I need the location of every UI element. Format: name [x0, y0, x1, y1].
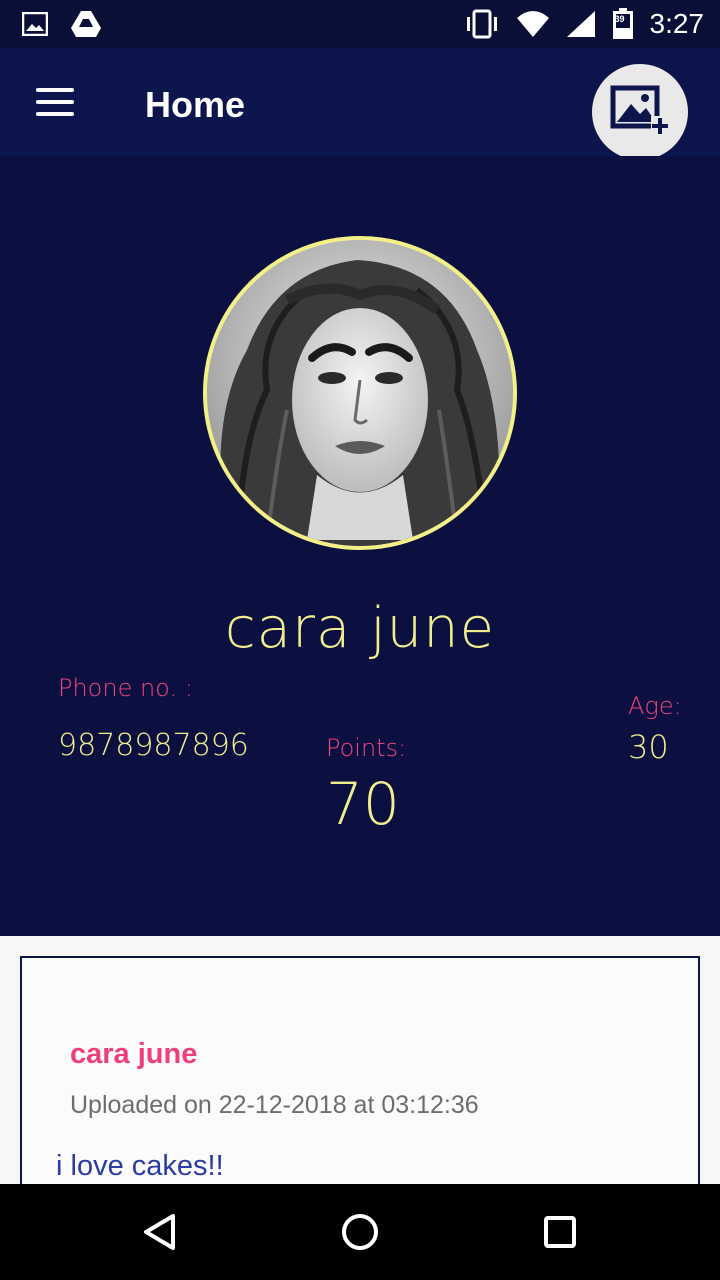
vibrate-icon: [466, 9, 497, 39]
back-icon: [144, 1214, 175, 1250]
battery-icon: 39: [612, 8, 634, 40]
profile-photo: [207, 240, 513, 546]
phone-label: Phone no. :: [58, 674, 193, 702]
home-icon: [342, 1214, 378, 1250]
drive-icon: [71, 11, 101, 37]
navigation-bar: [0, 1184, 720, 1280]
add-photo-icon: [610, 85, 669, 134]
home-button[interactable]: [340, 1212, 380, 1252]
back-button[interactable]: [140, 1212, 180, 1252]
page-title: Home: [145, 84, 246, 125]
avatar[interactable]: [203, 236, 517, 550]
battery-level: 39: [614, 14, 625, 24]
clock: 3:27: [649, 8, 705, 39]
post-text: i love cakes!!: [56, 1150, 224, 1182]
age-value: 30: [628, 728, 669, 766]
hamburger-icon[interactable]: [36, 88, 76, 116]
wifi-icon: [516, 11, 549, 37]
recents-icon: [544, 1216, 576, 1248]
post-upload-date: Uploaded on 22-12-2018 at 03:12:36: [70, 1091, 479, 1119]
signal-icon: [566, 11, 595, 37]
points-value: 70: [326, 770, 400, 838]
add-photo-button[interactable]: [592, 64, 688, 160]
points-label: Points:: [326, 734, 407, 762]
recents-button[interactable]: [540, 1212, 580, 1252]
profile-section: cara june Phone no. : 9878987896 Points:…: [0, 156, 720, 936]
phone-value: 9878987896: [58, 728, 249, 763]
app-bar: Home: [0, 48, 720, 160]
status-bar: 39 3:27: [0, 0, 720, 48]
age-label: Age:: [628, 692, 682, 720]
profile-name: cara june: [224, 596, 496, 661]
image-icon: [22, 12, 48, 36]
post-author: cara june: [70, 1038, 198, 1070]
